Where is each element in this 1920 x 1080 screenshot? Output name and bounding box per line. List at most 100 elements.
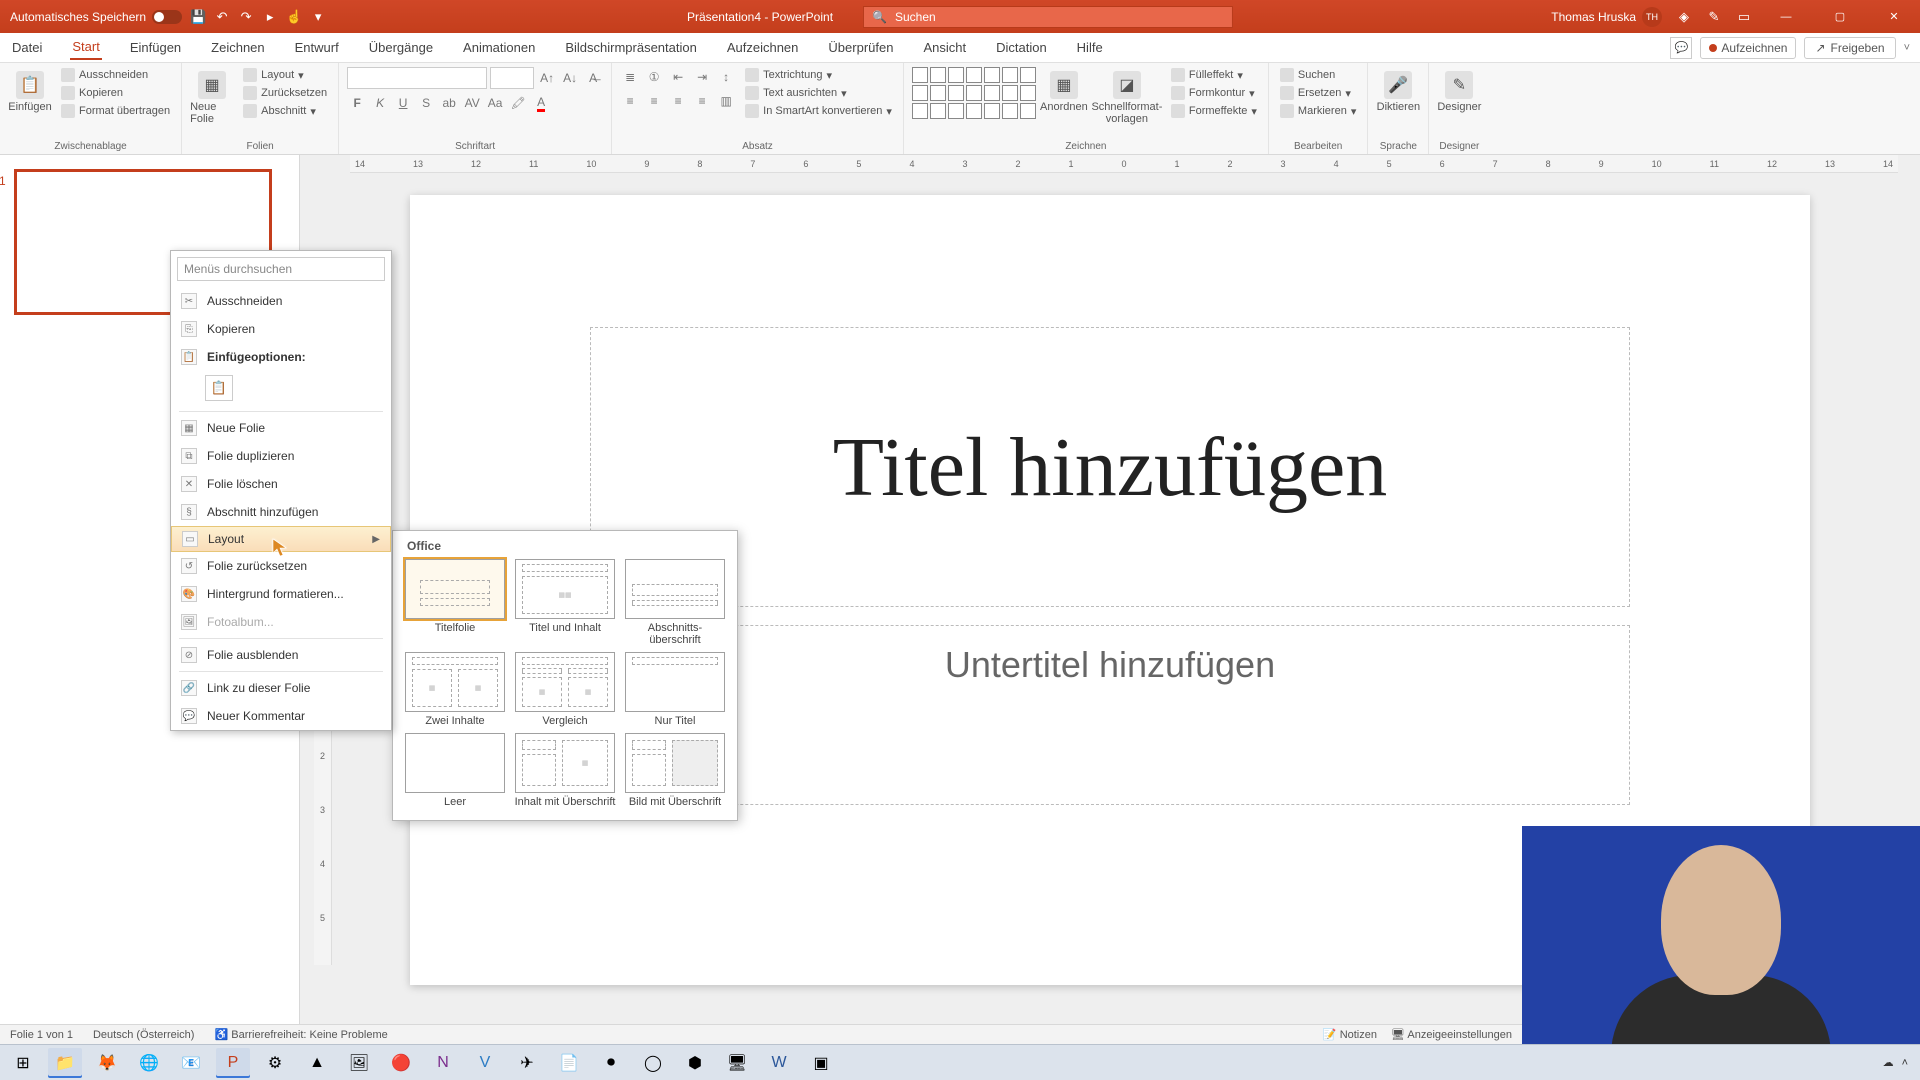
text-direction-button[interactable]: Textrichtung ▾ [742, 67, 895, 83]
system-tray[interactable]: ☁ ˄ [1883, 1056, 1914, 1069]
layout-bild-mit-ueberschrift[interactable]: Bild mit Überschrift [623, 733, 727, 808]
privacy-icon[interactable]: ◈ [1676, 9, 1692, 25]
replace-button[interactable]: Ersetzen ▾ [1277, 85, 1359, 101]
status-language[interactable]: Deutsch (Österreich) [93, 1029, 194, 1041]
ribbon-display-icon[interactable]: ▭ [1736, 9, 1752, 25]
layout-inhalt-mit-ueberschrift[interactable]: ▦ Inhalt mit Überschrift [513, 733, 617, 808]
shape-icon[interactable] [912, 103, 928, 119]
columns-icon[interactable]: ▥ [716, 91, 736, 111]
taskbar-app-icon[interactable]: 🔴 [384, 1048, 418, 1078]
shape-icon[interactable] [1002, 67, 1018, 83]
ctx-add-section[interactable]: §Abschnitt hinzufügen [171, 498, 391, 526]
shape-icon[interactable] [948, 103, 964, 119]
tab-ansicht[interactable]: Ansicht [921, 36, 968, 59]
select-button[interactable]: Markieren ▾ [1277, 103, 1359, 119]
shape-icon[interactable] [984, 67, 1000, 83]
clear-format-icon[interactable]: A̶ [583, 68, 603, 88]
taskbar-app-icon[interactable]: ◯ [636, 1048, 670, 1078]
paste-button[interactable]: 📋Einfügen [8, 67, 52, 113]
taskbar-obs-icon[interactable]: ⏺ [594, 1048, 628, 1078]
ctx-format-background[interactable]: 🎨Hintergrund formatieren... [171, 580, 391, 608]
designer-button[interactable]: ✎Designer [1437, 67, 1481, 113]
number-icon[interactable]: ① [644, 67, 664, 87]
tab-start[interactable]: Start [70, 35, 101, 60]
tab-aufzeichnen[interactable]: Aufzeichnen [725, 36, 801, 59]
autosave-toggle[interactable]: Automatisches Speichern [10, 10, 182, 24]
paste-option-keep[interactable]: 📋 [205, 375, 233, 401]
bullet-icon[interactable]: ≣ [620, 67, 640, 87]
line-spacing-icon[interactable]: ↕ [716, 67, 736, 87]
reset-slide-button[interactable]: Zurücksetzen [240, 85, 330, 101]
shape-icon[interactable] [966, 103, 982, 119]
layout-nur-titel[interactable]: Nur Titel [623, 652, 727, 727]
share-button[interactable]: ↗Freigeben [1804, 37, 1895, 59]
ctx-link-slide[interactable]: 🔗Link zu dieser Folie [171, 674, 391, 702]
layout-dropdown[interactable]: Layout ▾ [240, 67, 330, 83]
ctx-hide-slide[interactable]: ⊘Folie ausblenden [171, 641, 391, 669]
taskbar-vlc-icon[interactable]: ▲ [300, 1048, 334, 1078]
justify-icon[interactable]: ≡ [692, 91, 712, 111]
tab-zeichnen[interactable]: Zeichnen [209, 36, 266, 59]
record-button[interactable]: Aufzeichnen [1700, 37, 1796, 59]
layout-titel-und-inhalt[interactable]: ▦▦ Titel und Inhalt [513, 559, 617, 646]
font-name-input[interactable] [347, 67, 487, 89]
font-color-icon[interactable]: A [531, 93, 551, 113]
grow-font-icon[interactable]: A↑ [537, 68, 557, 88]
ctx-cut[interactable]: ✂Ausschneiden [171, 287, 391, 315]
shape-outline-button[interactable]: Formkontur ▾ [1168, 85, 1260, 101]
layout-vergleich[interactable]: ▦▦ Vergleich [513, 652, 617, 727]
tab-entwurf[interactable]: Entwurf [293, 36, 341, 59]
tab-uebergaenge[interactable]: Übergänge [367, 36, 435, 59]
tab-animationen[interactable]: Animationen [461, 36, 537, 59]
cut-button[interactable]: Ausschneiden [58, 67, 173, 83]
taskbar-telegram-icon[interactable]: ✈ [510, 1048, 544, 1078]
shrink-font-icon[interactable]: A↓ [560, 68, 580, 88]
taskbar-firefox-icon[interactable]: 🦊 [90, 1048, 124, 1078]
spacing-icon[interactable]: AV [462, 93, 482, 113]
weather-icon[interactable]: ☁ [1883, 1056, 1894, 1069]
section-dropdown[interactable]: Abschnitt ▾ [240, 103, 330, 119]
display-settings-button[interactable]: 🖥 Anzeigeeinstellungen [1391, 1028, 1512, 1041]
shape-icon[interactable] [966, 67, 982, 83]
shape-icon[interactable] [1020, 103, 1036, 119]
taskbar-powerpoint-icon[interactable]: P [216, 1048, 250, 1078]
font-size-input[interactable] [490, 67, 534, 89]
tray-chevron-icon[interactable]: ˄ [1902, 1057, 1908, 1069]
subtitle-placeholder[interactable]: Untertitel hinzufügen [590, 625, 1630, 805]
start-button[interactable]: ⊞ [6, 1048, 40, 1078]
shape-icon[interactable] [1020, 67, 1036, 83]
layout-zwei-inhalte[interactable]: ▦▦ Zwei Inhalte [403, 652, 507, 727]
shadow-icon[interactable]: ab [439, 93, 459, 113]
shape-fill-button[interactable]: Fülleffekt ▾ [1168, 67, 1260, 83]
shape-effects-button[interactable]: Formeffekte ▾ [1168, 103, 1260, 119]
tab-hilfe[interactable]: Hilfe [1075, 36, 1105, 59]
autosave-switch-icon[interactable] [152, 10, 182, 24]
align-text-button[interactable]: Text ausrichten ▾ [742, 85, 895, 101]
shapes-gallery[interactable] [912, 67, 1036, 119]
shape-icon[interactable] [1020, 85, 1036, 101]
shape-icon[interactable] [930, 103, 946, 119]
ribbon-collapse-icon[interactable]: ˅ [1904, 42, 1910, 54]
shape-icon[interactable] [966, 85, 982, 101]
search-input[interactable]: 🔍 Suchen [863, 6, 1233, 28]
indent-decrease-icon[interactable]: ⇤ [668, 67, 688, 87]
shape-icon[interactable] [948, 85, 964, 101]
taskbar-app-icon[interactable]: 🖥 [720, 1048, 754, 1078]
find-button[interactable]: Suchen [1277, 67, 1359, 83]
ctx-delete-slide[interactable]: ✕Folie löschen [171, 470, 391, 498]
close-button[interactable]: ✕ [1874, 3, 1914, 31]
user-account[interactable]: Thomas Hruska TH [1551, 7, 1662, 27]
shape-icon[interactable] [1002, 103, 1018, 119]
title-placeholder[interactable]: Titel hinzufügen [590, 327, 1630, 607]
taskbar-explorer-icon[interactable]: 📁 [48, 1048, 82, 1078]
ctx-new-slide[interactable]: ▦Neue Folie [171, 414, 391, 442]
tab-bildschirmpraesentation[interactable]: Bildschirmpräsentation [563, 36, 699, 59]
redo-icon[interactable]: ↷ [238, 9, 254, 25]
tab-datei[interactable]: Datei [10, 36, 44, 59]
shape-icon[interactable] [984, 85, 1000, 101]
shape-icon[interactable] [984, 103, 1000, 119]
shape-icon[interactable] [948, 67, 964, 83]
shape-icon[interactable] [1002, 85, 1018, 101]
taskbar-word-icon[interactable]: W [762, 1048, 796, 1078]
strike-icon[interactable]: S [416, 93, 436, 113]
